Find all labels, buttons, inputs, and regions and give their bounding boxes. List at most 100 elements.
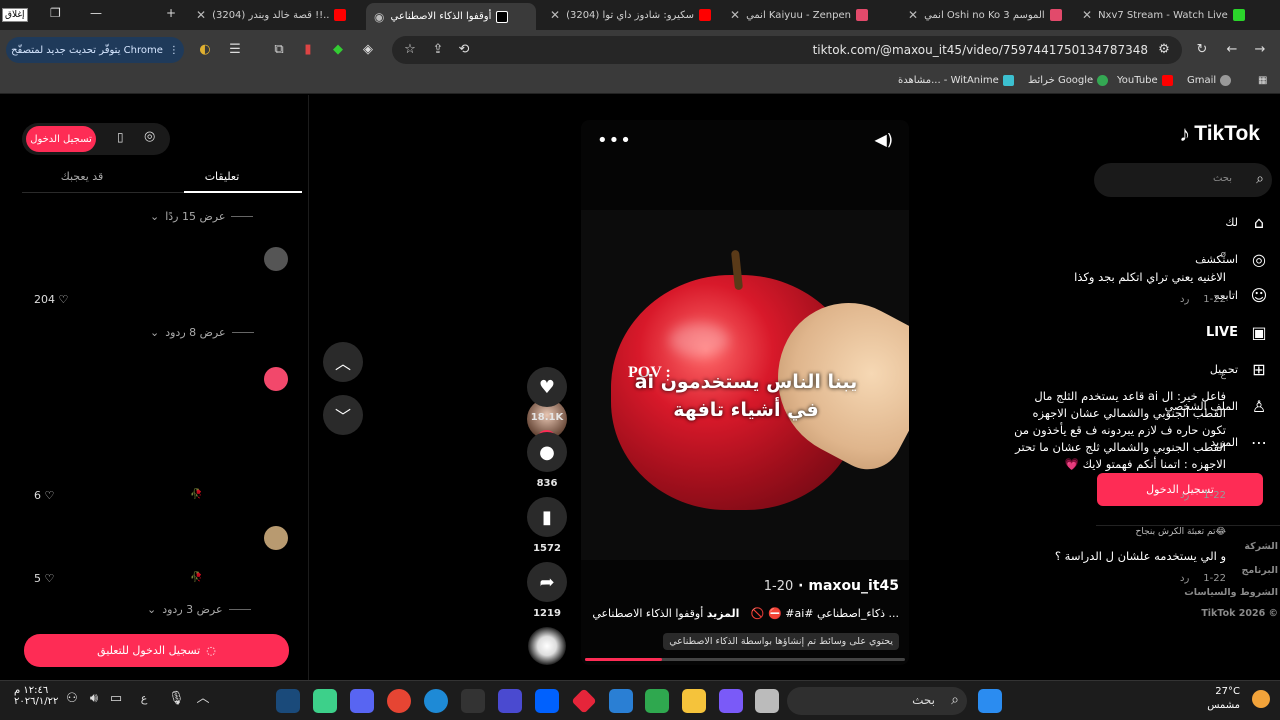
comment-button[interactable]: ● [527, 432, 567, 472]
tab-active[interactable]: ◉ أوقفوا الذكاء الاصطناعي [366, 3, 536, 30]
weather-widget[interactable]: 27°C مشمس [1207, 685, 1240, 713]
like-button[interactable]: ♥ [527, 367, 567, 407]
chevron-up-icon[interactable]: ︿ [195, 691, 211, 707]
bookmarks-grid-icon[interactable]: ▦ [1258, 75, 1267, 86]
app-icon[interactable] [755, 689, 779, 713]
save-button[interactable]: ▮ [527, 497, 567, 537]
commenter-avatar[interactable] [264, 526, 288, 550]
tab-comments[interactable]: تعليقات [162, 170, 282, 183]
search-icon[interactable]: ⌕ [1256, 171, 1264, 187]
clock[interactable]: ١٢:٤٦ م ٢٠٢٦/١/٢٢ [14, 685, 58, 707]
music-disc[interactable] [528, 627, 566, 665]
footer-link[interactable]: البرنامج [1242, 565, 1278, 576]
footer-link[interactable]: الشروط والسياسات [1184, 587, 1278, 598]
dropbox-icon[interactable] [535, 689, 559, 713]
extensions-icon[interactable]: ⧉ [271, 42, 287, 58]
chrome-icon[interactable] [387, 689, 411, 713]
close-tab-icon[interactable]: ✕ [1082, 8, 1092, 22]
video-player[interactable]: ••• ◀) POV : يبنا الناس يستخدمون ai في أ… [581, 120, 909, 665]
close-badge[interactable]: إغلاق [2, 8, 28, 22]
tab-oshinoko[interactable]: ✕ انمي Oshi no Ko الموسم 3 [902, 3, 1070, 27]
commenter-name[interactable]: تم تعبئة الكرش بنجاح😂 [1136, 527, 1226, 537]
extension-icon[interactable]: ◐ [197, 42, 213, 58]
view-replies-button[interactable]: ⌄ عرض 3 ردود [147, 603, 251, 616]
app-icon[interactable] [313, 689, 337, 713]
comment-like[interactable]: 6 ♡ [34, 489, 54, 502]
tab-you-may-like[interactable]: قد يعجبك [22, 170, 142, 183]
store-icon[interactable] [645, 689, 669, 713]
extension-icon[interactable]: ▮ [300, 42, 316, 58]
tab-nxv7[interactable]: ✕ Nxv7 Stream - Watch Live [1076, 3, 1248, 27]
bookmark-youtube[interactable]: YouTube [1117, 75, 1173, 86]
commenter-avatar[interactable] [264, 247, 288, 271]
mail-icon[interactable] [609, 689, 633, 713]
search-input[interactable]: بحث ⌕ [1094, 163, 1272, 197]
caption-more-button[interactable]: المزيد [707, 607, 740, 620]
star-icon[interactable]: ☆ [402, 42, 418, 58]
restore-icon[interactable]: ❐ [50, 6, 61, 20]
file-explorer-icon[interactable] [682, 689, 706, 713]
footer-link[interactable]: الشركة [1244, 541, 1278, 552]
volume-icon[interactable]: 🔊︎ [86, 691, 102, 707]
share-icon[interactable]: ⇪ [430, 42, 446, 58]
video-author[interactable]: 1-20 · maxou_it45 [764, 578, 899, 594]
minimize-icon[interactable]: — [90, 6, 102, 20]
tray-app-icon[interactable]: ⚇ [64, 691, 80, 707]
compass-icon[interactable]: ◎ [144, 129, 155, 144]
taskbar-search[interactable]: بحث ⌕ [787, 687, 967, 715]
tab-sekiro[interactable]: ✕ (3204) سكيرو: شادوز داي توا [544, 3, 716, 27]
view-replies-button[interactable]: ⌄ عرض 15 ردًا [150, 210, 254, 223]
commenter-name[interactable]: ø [1220, 250, 1226, 260]
discord-icon[interactable] [350, 689, 374, 713]
close-tab-icon[interactable]: ✕ [196, 8, 206, 22]
nav-upload[interactable]: تحميل ⊞ [1210, 356, 1270, 382]
app-icon[interactable] [498, 689, 522, 713]
steam-icon[interactable] [276, 689, 300, 713]
translate-icon[interactable]: ⟲ [456, 42, 472, 58]
comment-like[interactable]: 204 ♡ [34, 293, 68, 306]
tab-kaiyuu[interactable]: ✕ انمي Kaiyuu - Zenpen [724, 3, 896, 27]
share-button[interactable]: ➦ [527, 562, 567, 602]
nav-live[interactable]: LIVE ▣ [1206, 319, 1270, 345]
windows-start-icon[interactable] [978, 689, 1002, 713]
new-tab-button[interactable]: + [166, 6, 176, 20]
app-icon[interactable] [571, 688, 597, 714]
tiktok-logo[interactable]: ♪ TikTok [1179, 121, 1260, 147]
monitor-icon[interactable]: ▭ [108, 691, 124, 707]
edge-icon[interactable] [424, 689, 448, 713]
nav-for-you[interactable]: لك ⌂ [1225, 209, 1270, 235]
copilot-icon[interactable] [719, 689, 743, 713]
reply-button[interactable]: رد [1180, 294, 1189, 305]
login-to-comment-button[interactable]: تسجيل الدخول للتعليق ◌ [24, 634, 289, 667]
media-icon[interactable]: ☰ [227, 42, 243, 58]
chrome-update-button[interactable]: يتوفّر تحديث جديد لمتصفّح Chrome ⋮ [6, 37, 184, 63]
reload-icon[interactable]: ↻ [1194, 42, 1210, 58]
forward-icon[interactable]: ← [1224, 42, 1240, 58]
commenter-avatar[interactable] [264, 367, 288, 391]
close-tab-icon[interactable]: ✕ [550, 8, 560, 22]
epic-games-icon[interactable] [461, 689, 485, 713]
panel-login-button[interactable]: تسجيل الدخول [26, 126, 96, 152]
shield-icon[interactable]: ◆ [330, 42, 346, 58]
close-tab-icon[interactable]: ✕ [730, 8, 740, 22]
address-bar[interactable]: ☆ ⇪ ⟲ tiktok.com/@maxou_it45/video/75974… [392, 36, 1182, 64]
tune-icon[interactable]: ⚙ [1156, 42, 1172, 58]
reply-button[interactable]: رد [1180, 490, 1189, 501]
microphone-icon[interactable]: 🎙︎ [168, 691, 185, 707]
phone-icon[interactable]: ▯ [117, 130, 124, 144]
previous-video-button[interactable]: ︿ [323, 342, 363, 382]
tab-khaled[interactable]: ✕ (3204) قصة خالد وبندر !!.. [190, 3, 358, 27]
bookmark-witanime[interactable]: مشاهدة... - WitAnime [898, 75, 1014, 86]
back-icon[interactable]: → [1252, 42, 1268, 58]
bookmark-gmail[interactable]: Gmail [1187, 75, 1232, 86]
comment-like[interactable]: 5 ♡ [34, 572, 54, 585]
close-tab-icon[interactable]: ◉ [374, 10, 384, 24]
bookmark-maps[interactable]: خرائط Google [1028, 75, 1109, 86]
speaker-icon[interactable]: ◀) [874, 130, 893, 149]
next-video-button[interactable]: ﹀ [323, 395, 363, 435]
commenter-name[interactable]: ع [1221, 370, 1226, 380]
close-tab-icon[interactable]: ✕ [908, 8, 918, 22]
security-icon[interactable]: ◈ [360, 42, 376, 58]
language-indicator[interactable]: ع [136, 691, 152, 707]
reply-button[interactable]: رد [1180, 573, 1189, 584]
